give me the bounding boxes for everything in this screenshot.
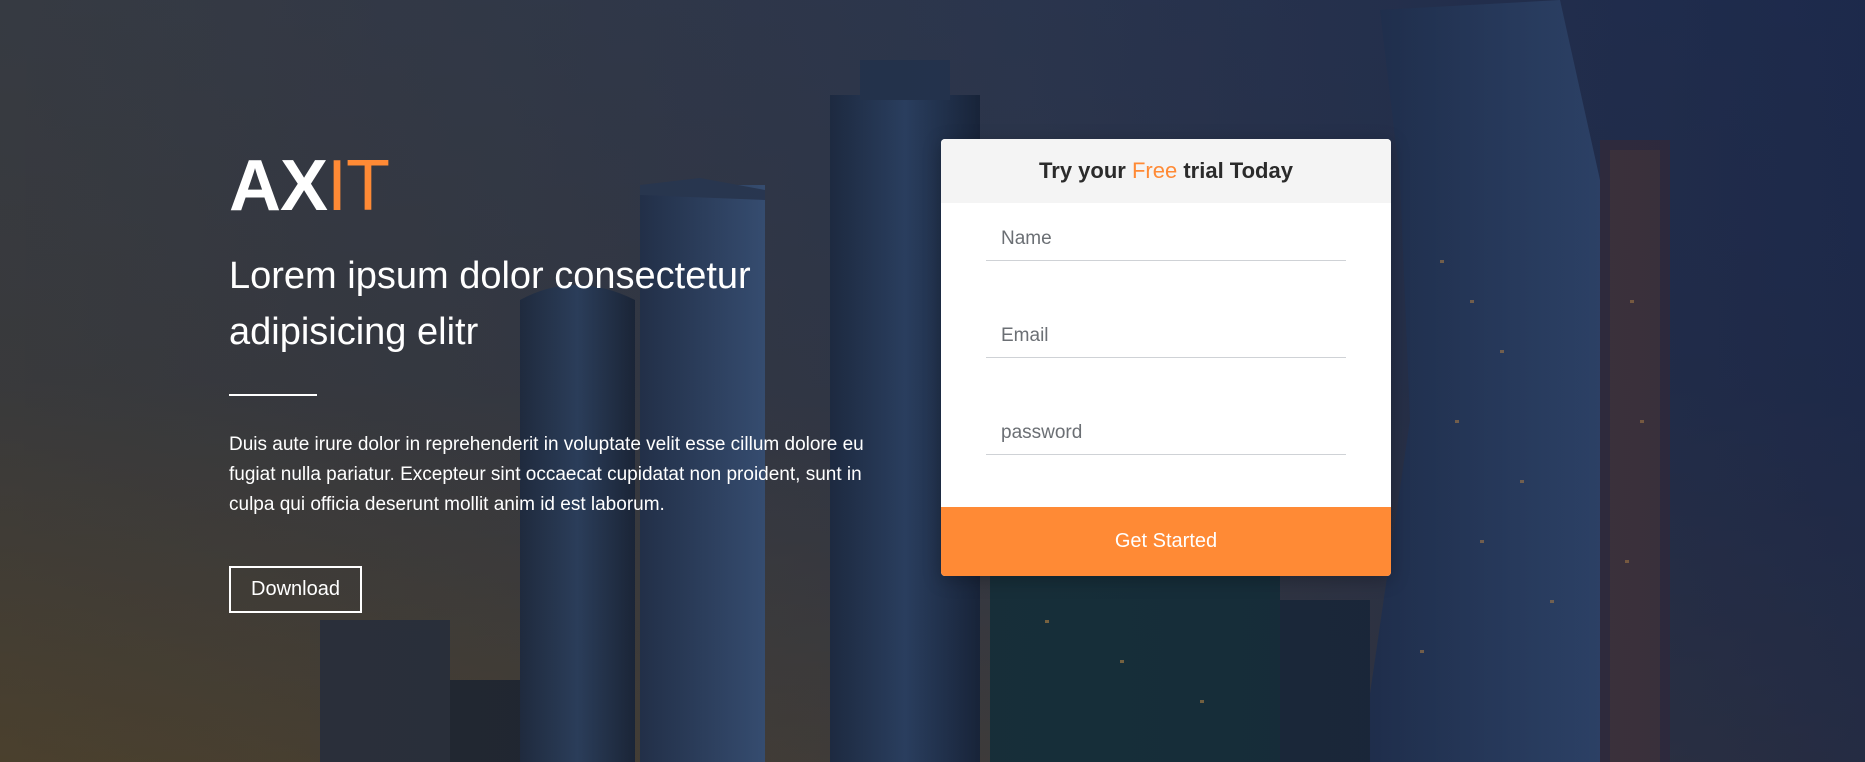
- form-fields: [941, 203, 1391, 455]
- headline-line-2: adipisicing elitr: [229, 311, 479, 353]
- brand-accent: IT: [327, 146, 390, 226]
- hero-content: AXIT Lorem ipsum dolor consectetur adipi…: [229, 150, 909, 613]
- trial-signup-form: Try your Free trial Today Get Started: [941, 139, 1391, 576]
- form-title: Try your Free trial Today: [941, 139, 1391, 203]
- form-title-highlight: Free: [1131, 158, 1178, 183]
- password-input[interactable]: [986, 397, 1346, 455]
- brand-primary: AX: [229, 146, 328, 226]
- form-title-after: trial Today: [1177, 158, 1293, 183]
- headline-divider: [229, 394, 317, 396]
- hero-headline: Lorem ipsum dolor consectetur adipisicin…: [229, 248, 909, 360]
- get-started-button[interactable]: Get Started: [941, 507, 1391, 576]
- hero-section: AXIT Lorem ipsum dolor consectetur adipi…: [0, 0, 1865, 762]
- email-input[interactable]: [986, 300, 1346, 358]
- brand-logo: AXIT: [229, 150, 909, 222]
- headline-line-1: Lorem ipsum dolor consectetur: [229, 255, 751, 297]
- name-input[interactable]: [986, 203, 1346, 261]
- hero-description: Duis aute irure dolor in reprehenderit i…: [229, 434, 864, 515]
- download-button[interactable]: Download: [229, 566, 362, 613]
- form-title-before: Try your: [1039, 158, 1132, 183]
